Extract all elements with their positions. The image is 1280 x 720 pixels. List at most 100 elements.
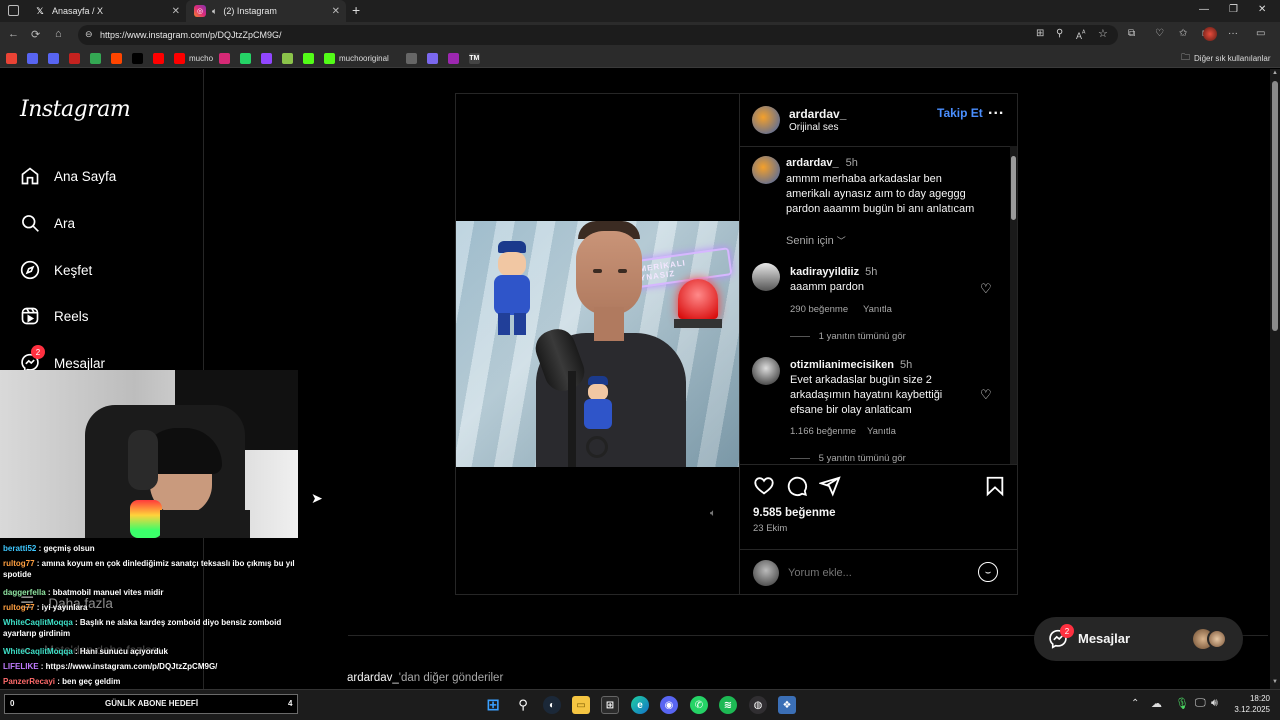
view-replies[interactable]: 1 yanıtın tümünü gör bbox=[790, 329, 906, 344]
tab-actions-icon[interactable] bbox=[8, 5, 19, 16]
back-icon[interactable]: ← bbox=[8, 28, 19, 40]
comment-avatar[interactable] bbox=[752, 263, 780, 291]
bookmark-item[interactable] bbox=[153, 51, 168, 65]
comment-like-icon[interactable]: ♡ bbox=[980, 281, 992, 296]
bookmark-item[interactable] bbox=[261, 51, 276, 65]
refresh-icon[interactable]: ⟳ bbox=[31, 28, 40, 41]
close-tab-icon[interactable]: ✕ bbox=[172, 6, 180, 17]
bookmark-item[interactable]: TM bbox=[468, 51, 484, 65]
mic-icon[interactable]: 🎙︎ bbox=[1175, 697, 1189, 710]
sidebar-toggle-icon[interactable]: ▭ bbox=[1256, 28, 1265, 39]
author-avatar[interactable] bbox=[752, 106, 780, 134]
bookmark-item[interactable] bbox=[90, 51, 105, 65]
browser-essentials-icon[interactable]: ♡ bbox=[1155, 28, 1164, 39]
bookmark-item[interactable] bbox=[27, 51, 42, 65]
read-aloud-icon[interactable]: Aᴬ bbox=[1076, 28, 1085, 41]
scroll-down-arrow[interactable]: ▼ bbox=[1272, 679, 1278, 685]
scroll-up-arrow[interactable]: ▲ bbox=[1272, 70, 1278, 76]
comment-like-icon[interactable]: ♡ bbox=[980, 387, 992, 402]
bookmark-item[interactable] bbox=[111, 51, 126, 65]
minimize-icon[interactable]: — bbox=[1199, 4, 1209, 15]
view-replies[interactable]: 5 yanıtın tümünü gör bbox=[790, 451, 906, 464]
more-menu-icon[interactable]: ··· bbox=[1228, 28, 1238, 39]
steam-icon[interactable]: ◐ bbox=[543, 696, 561, 714]
video-player[interactable]: AMERİKALI AYNASIZ 🔈︎ bbox=[456, 94, 739, 594]
bookmark-item[interactable] bbox=[447, 51, 463, 65]
app-available-icon[interactable]: ⊞ bbox=[1036, 28, 1044, 39]
bookmark-item[interactable] bbox=[303, 51, 318, 65]
comments-scroll-thumb[interactable] bbox=[1011, 156, 1016, 220]
restore-icon[interactable]: ❐ bbox=[1229, 4, 1238, 15]
volume-icon[interactable]: 🔊︎ bbox=[1211, 697, 1218, 710]
favorites-icon[interactable]: ✩ bbox=[1179, 28, 1187, 39]
other-bookmarks[interactable]: 🗀︎ Diğer sık kullanılanlar bbox=[1181, 51, 1271, 65]
sidebar-item-search[interactable]: Ara bbox=[20, 210, 75, 236]
comment-input[interactable] bbox=[788, 563, 968, 583]
messages-pill[interactable]: 2 Mesajlar bbox=[1034, 617, 1243, 661]
audio-icon[interactable]: 🔈︎ bbox=[212, 6, 217, 17]
likes-count[interactable]: 9.585 beğenme bbox=[753, 506, 835, 521]
comments-scrollbar[interactable] bbox=[1010, 146, 1017, 464]
bookmark-item[interactable] bbox=[405, 51, 421, 65]
comment-avatar[interactable] bbox=[752, 357, 780, 385]
discord-icon[interactable]: ◉ bbox=[660, 696, 678, 714]
profile-avatar[interactable] bbox=[1203, 27, 1217, 41]
page-scrollbar[interactable]: ▲ ▼ bbox=[1270, 69, 1280, 689]
bookmark-item[interactable] bbox=[132, 51, 147, 65]
reply-button[interactable]: Yanıtla bbox=[863, 302, 892, 317]
edge-icon[interactable]: e bbox=[631, 696, 649, 714]
comment-author[interactable]: otizmlianimecisiken bbox=[790, 359, 894, 371]
url-field[interactable]: ⊖ https://www.instagram.com/p/DQJtzZpCM9… bbox=[78, 25, 1118, 45]
favorite-star-icon[interactable]: ☆ bbox=[1098, 27, 1108, 40]
bookmark-item[interactable]: muchooriginal bbox=[324, 51, 389, 65]
reply-button[interactable]: Yanıtla bbox=[867, 424, 896, 439]
spotify-icon[interactable]: ≋ bbox=[719, 696, 737, 714]
page-scroll-thumb[interactable] bbox=[1272, 81, 1278, 331]
comment-author[interactable]: kadirayyildiiz bbox=[790, 266, 859, 278]
bookmark-item[interactable] bbox=[240, 51, 255, 65]
bookmark-item[interactable] bbox=[69, 51, 84, 65]
for-you-toggle[interactable]: Senin için ﹀ bbox=[786, 234, 846, 249]
extensions-icon[interactable]: ⧉ bbox=[1128, 28, 1135, 39]
audio-label[interactable]: Orijinal ses bbox=[789, 120, 838, 135]
video-frame[interactable]: AMERİKALI AYNASIZ bbox=[456, 221, 739, 467]
sidebar-item-reels[interactable]: Reels bbox=[20, 303, 89, 329]
caption-author[interactable]: ardardav_ bbox=[786, 157, 839, 169]
network-icon[interactable]: 🖵︎ bbox=[1195, 697, 1206, 710]
bookmark-item[interactable]: mucho bbox=[174, 51, 213, 65]
clock[interactable]: 18:20 3.12.2025 bbox=[1230, 693, 1270, 715]
save-icon[interactable] bbox=[984, 475, 1006, 497]
site-info-icon[interactable]: ⊖ bbox=[85, 29, 93, 40]
tab-instagram[interactable]: ◎ 🔈︎ (2) Instagram ✕ bbox=[186, 0, 346, 22]
instagram-logo[interactable]: Instagram bbox=[20, 97, 131, 122]
volume-icon[interactable]: 🔈︎ bbox=[710, 508, 716, 519]
like-icon[interactable] bbox=[753, 475, 775, 497]
bookmark-item[interactable] bbox=[6, 51, 21, 65]
more-options-icon[interactable]: ... bbox=[988, 102, 1004, 118]
sidebar-item-explore[interactable]: Keşfet bbox=[20, 257, 92, 283]
home-icon[interactable]: ⌂ bbox=[55, 28, 62, 40]
zoom-icon[interactable]: ⚲ bbox=[1056, 28, 1063, 39]
close-window-icon[interactable]: ✕ bbox=[1258, 4, 1266, 15]
sidebar-item-home[interactable]: Ana Sayfa bbox=[20, 163, 116, 189]
tray-chevron-icon[interactable]: ⌃ bbox=[1131, 698, 1139, 709]
app-icon[interactable]: ❖ bbox=[778, 696, 796, 714]
whatsapp-icon[interactable]: ✆ bbox=[690, 696, 708, 714]
comment-likes[interactable]: 290 beğenme bbox=[790, 302, 848, 317]
file-explorer-icon[interactable]: ▭ bbox=[572, 696, 590, 714]
emoji-icon[interactable]: ⌣ bbox=[978, 562, 998, 582]
tray-app-icon[interactable]: ☁︎ bbox=[1151, 697, 1162, 710]
new-tab-button[interactable]: + bbox=[352, 2, 360, 18]
bookmark-item[interactable] bbox=[48, 51, 63, 65]
close-tab-icon[interactable]: ✕ bbox=[332, 6, 340, 17]
windows-start-icon[interactable]: ⊞ bbox=[484, 696, 502, 714]
tab-x[interactable]: 𝕏 Anasayfa / X ✕ bbox=[26, 0, 186, 22]
share-icon[interactable] bbox=[819, 475, 841, 497]
bookmark-item[interactable] bbox=[219, 51, 234, 65]
store-icon[interactable]: ⊞ bbox=[601, 696, 619, 714]
caption-avatar[interactable] bbox=[752, 156, 780, 184]
comment-likes[interactable]: 1.166 beğenme bbox=[790, 424, 856, 439]
bookmark-item[interactable] bbox=[426, 51, 442, 65]
more-posts-author[interactable]: ardardav_ bbox=[347, 672, 399, 684]
follow-button[interactable]: Takip Et bbox=[937, 106, 983, 121]
